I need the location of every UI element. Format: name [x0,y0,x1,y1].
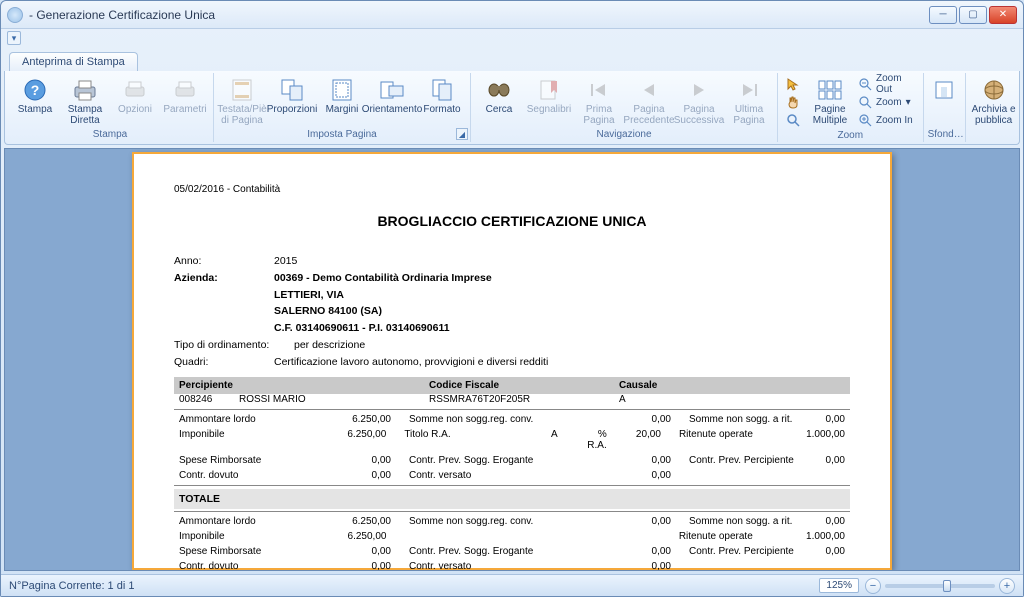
report-table: Percipiente Codice Fiscale Causale 00824… [174,377,850,571]
table-row: Contr. dovuto0,00Contr. versato0,00 [174,559,850,571]
bookmark-icon [535,77,563,103]
margins-button[interactable]: Margini [318,75,366,117]
table-row: Imponibile6.250,00Ritenute operate1.000,… [174,529,850,544]
background-button[interactable] [928,75,961,105]
table-row: Contr. dovuto0,00Contr. versato0,00 [174,468,850,483]
first-icon [585,77,613,103]
tab-print-preview[interactable]: Anteprima di Stampa [9,52,138,71]
page-setup-dialog-launcher[interactable]: ◢ [456,128,468,140]
paint-bucket-icon [930,77,958,103]
scale-icon [278,77,306,103]
table-row: Spese Rimborsate0,00Contr. Prev. Sogg. E… [174,453,850,468]
preview-area[interactable]: 05/02/2016 - Contabilità BROGLIACCIO CER… [4,148,1020,571]
page-size-icon [428,77,456,103]
pointer-icon [786,77,800,91]
orientation-icon [378,77,406,103]
ribbon: ? Stampa Stampa Diretta Opzioni Parametr… [4,71,1020,145]
globe-export-icon [980,77,1008,103]
qat-customize-button[interactable]: ▾ [7,31,21,45]
zoom-in-icon [858,113,872,127]
table-row: Ammontare lordo6.250,00Somme non sogg.re… [174,412,850,427]
search-button[interactable]: Cerca [475,75,523,117]
report-title: BROGLIACCIO CERTIFICAZIONE UNICA [174,213,850,229]
page-indicator: N°Pagina Corrente: 1 di 1 [9,580,134,592]
zoom-thumb[interactable] [943,580,951,592]
header-footer-icon [228,77,256,103]
next-icon [685,77,713,103]
group-navigation: Cerca Segnalibri Prima Pagina Pagina Pre… [471,73,778,142]
titlebar: - Generazione Certificazione Unica ─ ▢ ✕ [1,1,1023,29]
zoom-plus-button[interactable]: + [999,578,1015,594]
margins-icon [328,77,356,103]
minimize-button[interactable]: ─ [929,6,957,24]
group-page-setup: Testata/Piè di Pagina Proporzioni Margin… [214,73,471,142]
multiple-pages-button[interactable]: Pagine Multiple [808,75,852,128]
report-date-header: 05/02/2016 - Contabilità [174,184,850,195]
orientation-button[interactable]: Orientamento [368,75,416,117]
table-row: Ammontare lordo6.250,00Somme non sogg.re… [174,514,850,529]
options-button: Opzioni [111,75,159,117]
prev-icon [635,77,663,103]
zoom-out-icon [858,77,872,91]
zoom-in-button[interactable]: Zoom In [854,111,919,129]
report-page: 05/02/2016 - Contabilità BROGLIACCIO CER… [132,152,892,570]
statusbar: N°Pagina Corrente: 1 di 1 125% − + [1,574,1023,596]
table-row: Imponibile6.250,00Titolo R.A.A% R.A.20,0… [174,427,850,453]
question-help-icon: ? [21,77,49,103]
printer-params-icon [171,77,199,103]
header-footer-button: Testata/Piè di Pagina [218,75,266,128]
zoom-track[interactable] [885,584,995,588]
close-button[interactable]: ✕ [989,6,1017,24]
magnifier-icon [786,113,800,127]
zoom-minus-button[interactable]: − [865,578,881,594]
prev-page-button: Pagina Precedente [625,75,673,128]
zoom-icon [858,95,872,109]
zoom-slider[interactable]: − + [865,578,1015,594]
svg-text:?: ? [31,82,40,98]
magnifier-tool-button[interactable] [782,111,804,129]
first-page-button: Prima Pagina [575,75,623,128]
print-button[interactable]: ? Stampa [11,75,59,117]
zoom-percent[interactable]: 125% [819,578,859,593]
hand-icon [786,95,800,109]
pointer-tool-button[interactable] [782,75,804,93]
app-icon [7,7,23,23]
export-as-button[interactable]: PDF Esporta come ▾ [1020,75,1024,128]
group-background: Sfond… [924,73,966,142]
window-title: - Generazione Certificazione Unica [29,8,929,22]
hand-tool-button[interactable] [782,93,804,111]
table-row: Spese Rimborsate0,00Contr. Prev. Sogg. E… [174,544,850,559]
pages-grid-icon [816,77,844,103]
next-page-button: Pagina Successiva [675,75,723,128]
last-icon [735,77,763,103]
qat-row: ▾ [1,29,1023,47]
report-meta: Anno:2015 Azienda:00369 - Demo Contabili… [174,253,850,371]
table-subheader: 008246 ROSSI MARIO RSSMRA76T20F205R A [174,394,850,407]
printer-gear-icon [121,77,149,103]
binoculars-icon [485,77,513,103]
scale-button[interactable]: Proporzioni [268,75,316,117]
app-window: - Generazione Certificazione Unica ─ ▢ ✕… [0,0,1024,597]
zoom-out-button[interactable]: Zoom Out [854,75,919,93]
maximize-button[interactable]: ▢ [959,6,987,24]
group-stampa: ? Stampa Stampa Diretta Opzioni Parametr… [7,73,214,142]
bookmarks-button: Segnalibri [525,75,573,117]
table-header: Percipiente Codice Fiscale Causale [174,377,850,394]
printer-icon [71,77,99,103]
ribbon-tabs: Anteprima di Stampa [1,47,1023,71]
zoom-button[interactable]: Zoom ▾ [854,93,919,111]
group-export: Archivia e pubblica PDF Esporta come ▾ I… [966,73,1024,142]
last-page-button: Ultima Pagina [725,75,773,128]
direct-print-button[interactable]: Stampa Diretta [61,75,109,128]
total-header: TOTALE [174,489,850,509]
parameters-button: Parametri [161,75,209,117]
archive-publish-button[interactable]: Archivia e pubblica [970,75,1018,128]
group-zoom: Pagine Multiple Zoom Out Zoom ▾ Zoom In … [778,73,924,142]
format-button[interactable]: Formato [418,75,466,117]
